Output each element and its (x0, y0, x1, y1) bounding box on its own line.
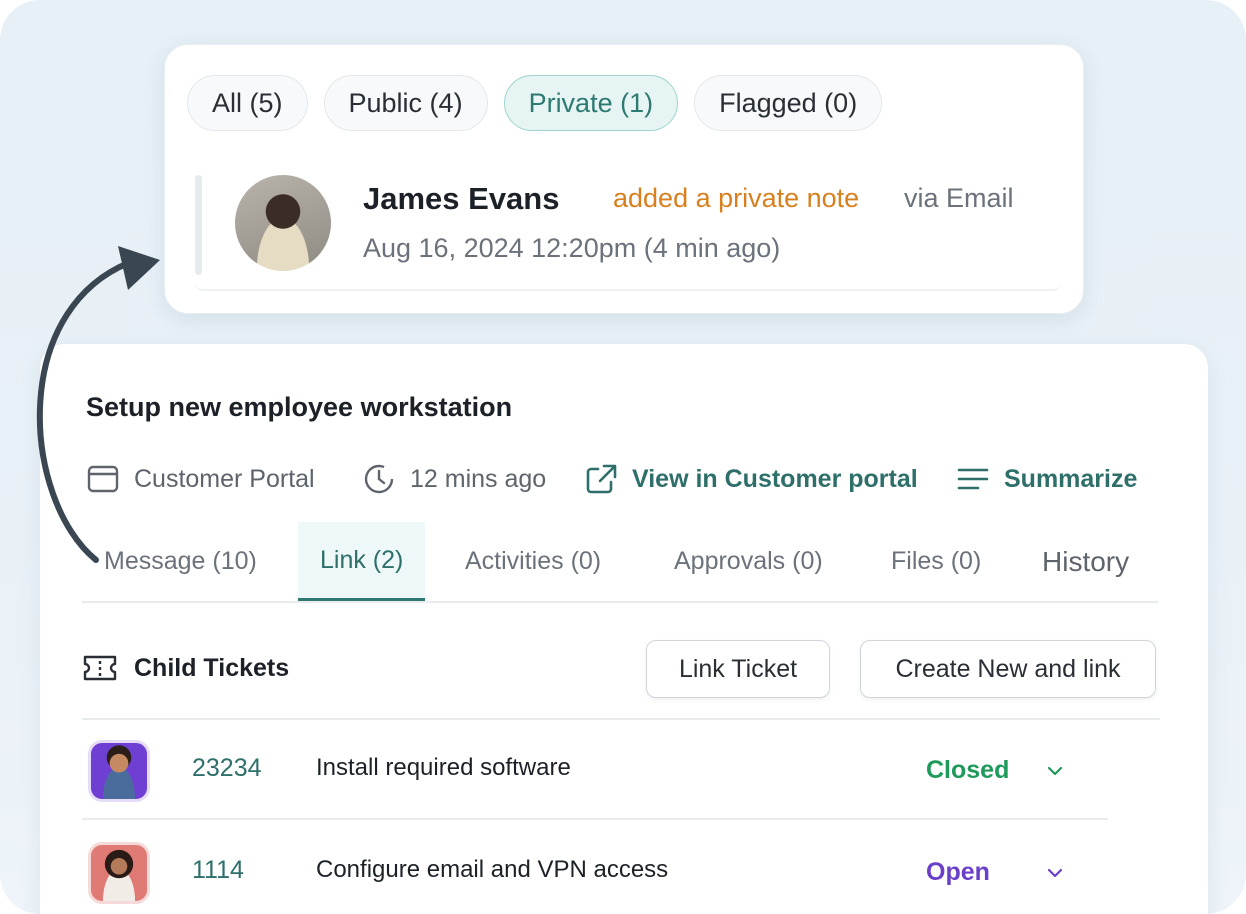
external-link-icon (586, 464, 617, 494)
view-in-portal-link[interactable]: View in Customer portal (584, 462, 918, 496)
note-channel: via Email (904, 183, 1014, 213)
filter-flagged-chip[interactable]: Flagged (0) (694, 75, 883, 131)
note-action: added a private note (613, 183, 860, 213)
ticket-title: Setup new employee workstation (86, 392, 513, 422)
summarize-button[interactable]: Summarize (956, 462, 1137, 496)
ticket-source: Customer Portal (86, 462, 315, 496)
activity-note-card: All (5) Public (4) Private (1) Flagged (… (164, 44, 1084, 314)
table-row[interactable]: 23234 Install required software Closed (82, 720, 1108, 820)
filter-private-chip[interactable]: Private (1) (503, 75, 679, 131)
avatar (235, 175, 331, 271)
note-author: James Evans (363, 181, 560, 216)
filter-all-chip[interactable]: All (5) (187, 75, 308, 131)
clock-history-icon (364, 464, 394, 494)
tab-history[interactable]: History (1042, 522, 1129, 601)
ticket-age: 12 mins ago (362, 462, 546, 496)
child-tickets-heading: Child Tickets (134, 653, 290, 682)
summarize-label: Summarize (1004, 464, 1138, 493)
page-backdrop: Setup new employee workstation Customer … (0, 0, 1246, 914)
ticket-icon (83, 655, 117, 681)
status-badge[interactable]: Open (926, 858, 990, 887)
table-row[interactable]: 1114 Configure email and VPN access Open (82, 822, 1108, 914)
ticket-age-label: 12 mins ago (410, 464, 547, 493)
create-new-and-link-button[interactable]: Create New and link (860, 640, 1156, 698)
ticket-id[interactable]: 23234 (192, 754, 262, 783)
note-timestamp: Aug 16, 2024 12:20pm (4 min ago) (363, 233, 781, 263)
tab-files[interactable]: Files (0) (891, 522, 981, 601)
note-filter-chips: All (5) Public (4) Private (1) Flagged (… (187, 75, 883, 131)
note-accent-bar (195, 175, 202, 275)
tab-approvals[interactable]: Approvals (0) (674, 522, 823, 601)
filter-public-chip[interactable]: Public (4) (323, 75, 488, 131)
portal-icon (87, 465, 119, 493)
avatar (88, 842, 150, 904)
ticket-subject: Install required software (316, 754, 571, 781)
tab-message[interactable]: Message (10) (104, 522, 257, 601)
tab-activities[interactable]: Activities (0) (465, 522, 601, 601)
link-ticket-button[interactable]: Link Ticket (646, 640, 830, 698)
status-badge[interactable]: Closed (926, 756, 1009, 785)
chevron-down-icon[interactable] (1042, 758, 1068, 784)
ticket-panel: Setup new employee workstation Customer … (40, 344, 1208, 914)
ticket-id[interactable]: 1114 (192, 856, 244, 885)
ticket-subject: Configure email and VPN access (316, 856, 669, 883)
child-tickets-header: Child Tickets (82, 652, 289, 684)
tab-link[interactable]: Link (2) (298, 522, 426, 601)
lines-icon (957, 468, 989, 490)
chevron-down-icon[interactable] (1042, 860, 1068, 886)
avatar (88, 740, 150, 802)
view-in-portal-label: View in Customer portal (632, 464, 918, 493)
ticket-source-label: Customer Portal (134, 464, 315, 493)
ticket-tabs: Message (10) Link (2) Activities (0) App… (82, 522, 1158, 603)
note-entry: James Evans added a private note via Ema… (195, 173, 1061, 291)
